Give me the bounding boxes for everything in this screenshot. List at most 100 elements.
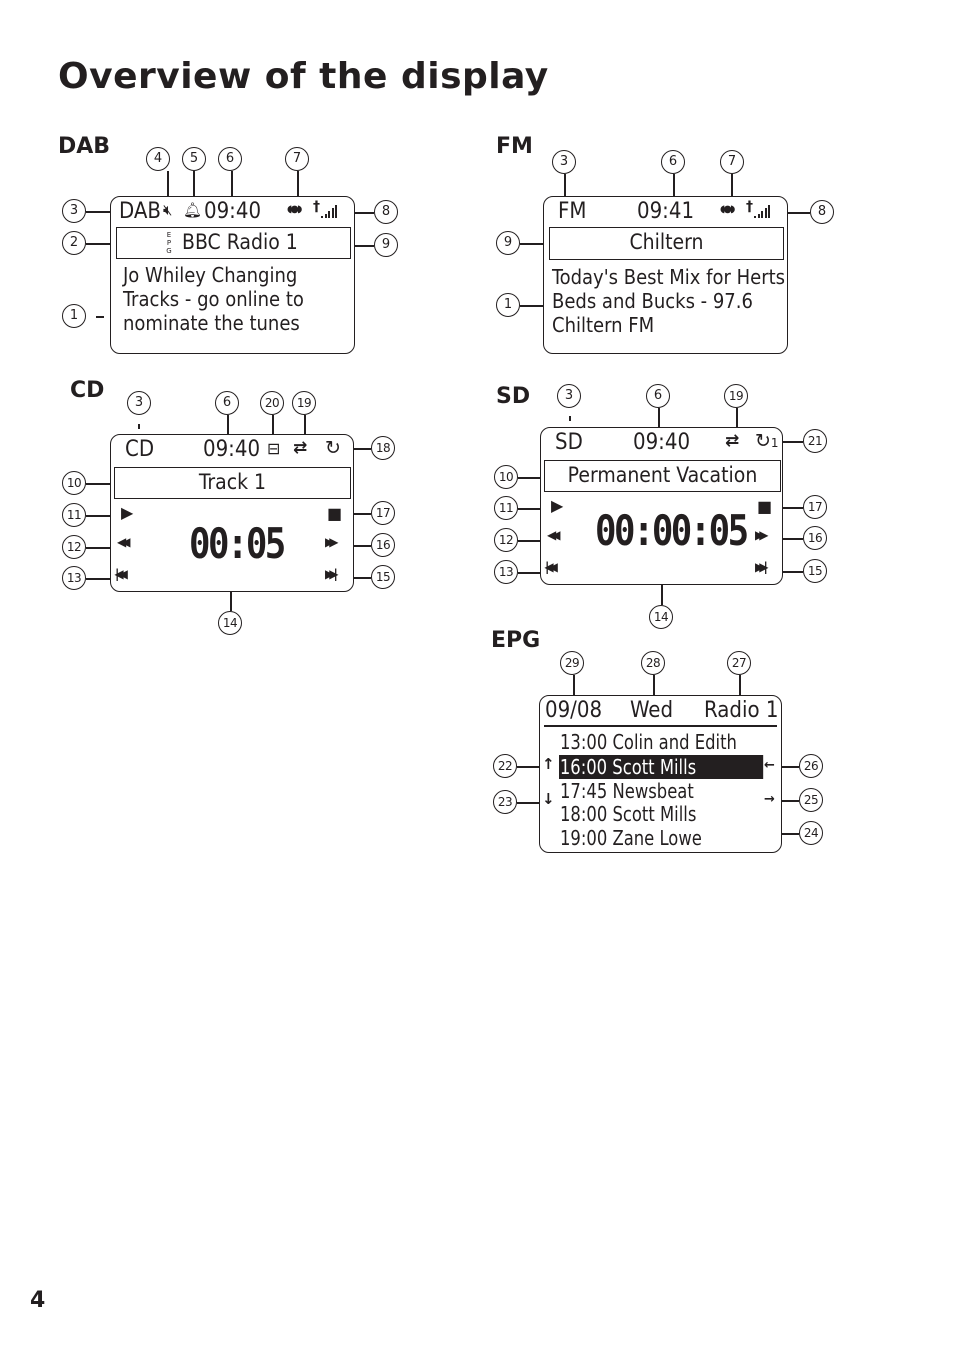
stop-icon: ■ [757, 497, 773, 516]
dls-text-line: Jo Whiley Changing [123, 263, 298, 287]
callout-15: 15 [371, 565, 395, 589]
clock-time: 09:40 [633, 430, 691, 455]
mode-indicator: CD [125, 437, 155, 462]
callout-17: 17 [803, 495, 827, 519]
leader-line [569, 416, 571, 421]
fast-forward-icon: ▶▶ [325, 535, 339, 549]
stereo-icon: ◖●◗ [720, 204, 735, 215]
callout-19: 19 [292, 391, 316, 415]
mode-indicator: FM [558, 199, 587, 224]
sd-lcd-screen: SD 09:40 ⇄ ↻1 Permanent Vacation ▶ ◀◀ |◀… [540, 427, 783, 585]
repeat-icon: ↻ [325, 437, 341, 459]
rewind-icon: ◀◀ [117, 535, 131, 549]
antenna-icon: † [313, 199, 320, 215]
callout-16: 16 [803, 526, 827, 550]
track-name-box: Permanent Vacation [544, 460, 781, 492]
callout-16: 16 [371, 533, 395, 557]
antenna-icon: † [746, 199, 753, 215]
callout-17: 17 [371, 501, 395, 525]
fm-lcd-screen: FM 09:41 ◖●◗ † Chiltern Today's Best Mix… [543, 196, 788, 354]
callout-9: 9 [374, 233, 398, 257]
play-icon: ▶ [551, 496, 564, 515]
callout-24: 24 [799, 821, 823, 845]
cd-section-label: CD [70, 378, 105, 403]
callout-14: 14 [218, 611, 242, 635]
callout-11: 11 [62, 503, 86, 527]
leader-line [780, 441, 803, 443]
callout-19: 19 [724, 384, 748, 408]
leader-line [517, 802, 539, 804]
epg-lcd-screen: 09/08 Wed Radio 1 13:00 Colin and Edith … [539, 695, 782, 853]
leader-line [653, 675, 655, 697]
callout-27: 27 [727, 651, 751, 675]
epg-programme-row[interactable]: 13:00 Colin and Edith [560, 730, 737, 754]
mute-icon: 🔇︎ [163, 201, 173, 219]
callout-13: 13 [62, 566, 86, 590]
callout-3: 3 [127, 391, 151, 415]
repeat-glyph: ↻ [755, 430, 771, 452]
alarm-bell-icon: 🔔︎ [183, 201, 203, 219]
leader-line [193, 171, 195, 197]
next-track-icon: ▶▶| [325, 567, 338, 581]
station-name: Chiltern [629, 230, 704, 254]
dls-text-line: nominate the tunes [123, 311, 300, 335]
elapsed-time: 00:00:05 [595, 506, 749, 555]
folder-icon: ⊟ [267, 439, 281, 458]
callout-13: 13 [494, 560, 518, 584]
mode-indicator: DAB [119, 199, 161, 224]
rds-text-line: Today's Best Mix for Herts [552, 265, 786, 289]
callout-25: 25 [799, 788, 823, 812]
callout-18: 18 [371, 436, 395, 460]
previous-track-icon: |◀◀ [115, 567, 128, 581]
leader-line [231, 171, 233, 197]
callout-3: 3 [552, 150, 576, 174]
callout-21: 21 [803, 429, 827, 453]
callout-3: 3 [557, 384, 581, 408]
callout-1: 1 [62, 304, 86, 328]
callout-7: 7 [285, 147, 309, 171]
page-title: Overview of the display [58, 56, 549, 97]
dab-section-label: DAB [58, 134, 111, 159]
station-name: BBC Radio 1 [182, 230, 298, 254]
callout-20: 20 [260, 391, 284, 415]
callout-8: 8 [374, 200, 398, 224]
scroll-down-arrow-icon: ↓ [542, 790, 555, 808]
epg-programme-row-selected[interactable]: 16:00 Scott Mills [559, 755, 764, 779]
previous-track-icon: |◀◀ [545, 560, 558, 574]
play-icon: ▶ [121, 503, 134, 522]
track-name: Track 1 [198, 470, 267, 494]
callout-28: 28 [641, 651, 665, 675]
callout-6: 6 [661, 150, 685, 174]
callout-14: 14 [649, 605, 673, 629]
rewind-icon: ◀◀ [547, 528, 561, 542]
rds-text-line: Chiltern FM [552, 313, 655, 337]
callout-11: 11 [494, 496, 518, 520]
epg-icon: EPG [166, 231, 172, 255]
station-name-box: EPG BBC Radio 1 [116, 227, 351, 259]
callout-10: 10 [494, 465, 518, 489]
stereo-icon: ◖●◗ [287, 204, 302, 215]
dab-lcd-screen: DAB 🔇︎ 🔔︎ 09:40 ◖●◗ † EPG BBC Radio 1 Jo… [110, 196, 355, 354]
leader-line [739, 675, 741, 697]
station-name-box: Chiltern [549, 227, 784, 260]
callout-6: 6 [218, 147, 242, 171]
leader-line [517, 766, 539, 768]
epg-date: 09/08 [545, 698, 603, 723]
stop-icon: ■ [327, 504, 343, 523]
epg-programme-row[interactable]: 18:00 Scott Mills [560, 802, 696, 826]
dls-text-line: Tracks - go online to [123, 287, 304, 311]
callout-3: 3 [62, 199, 86, 223]
leader-line [658, 408, 660, 428]
signal-strength-icon [321, 205, 337, 218]
rds-text-line: Beds and Bucks - 97.6 [552, 289, 753, 313]
clock-time: 09:40 [203, 437, 261, 462]
fm-section-label: FM [496, 134, 533, 159]
elapsed-time: 00:05 [189, 519, 286, 568]
epg-section-label: EPG [491, 628, 541, 653]
callout-23: 23 [493, 790, 517, 814]
callout-6: 6 [215, 391, 239, 415]
epg-programme-row[interactable]: 19:00 Zane Lowe [560, 826, 702, 850]
callout-6: 6 [646, 384, 670, 408]
callout-8: 8 [810, 200, 834, 224]
epg-programme-row[interactable]: 17:45 Newsbeat [560, 779, 694, 803]
